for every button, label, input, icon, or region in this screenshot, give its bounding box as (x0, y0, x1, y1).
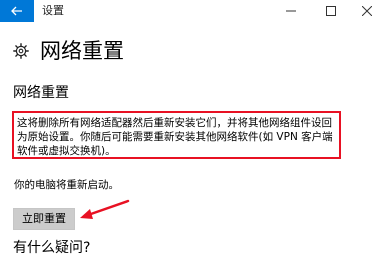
back-arrow-icon (11, 6, 22, 16)
back-button[interactable] (0, 0, 34, 22)
restart-note: 你的电脑将重新启动。 (14, 179, 119, 191)
reset-now-button[interactable]: 立即重置 (13, 208, 75, 230)
gear-icon (12, 42, 30, 60)
window-title: 设置 (42, 4, 64, 17)
title-bar: 设置 (0, 0, 382, 22)
page-title: 网络重置 (40, 39, 124, 63)
minimize-button[interactable] (276, 0, 306, 22)
maximize-button[interactable] (316, 0, 346, 22)
help-heading: 有什么疑问? (13, 240, 91, 256)
minimize-icon (286, 10, 296, 12)
close-button[interactable] (352, 0, 382, 22)
page-header: 网络重置 (12, 36, 124, 66)
maximize-icon (326, 6, 336, 16)
section-heading: 网络重置 (13, 85, 69, 101)
reset-description: 这将删除所有网络适配器然后重新安装它们，并将其他网络组件设回为原始设置。你随后可… (12, 111, 341, 159)
close-icon (362, 6, 372, 16)
